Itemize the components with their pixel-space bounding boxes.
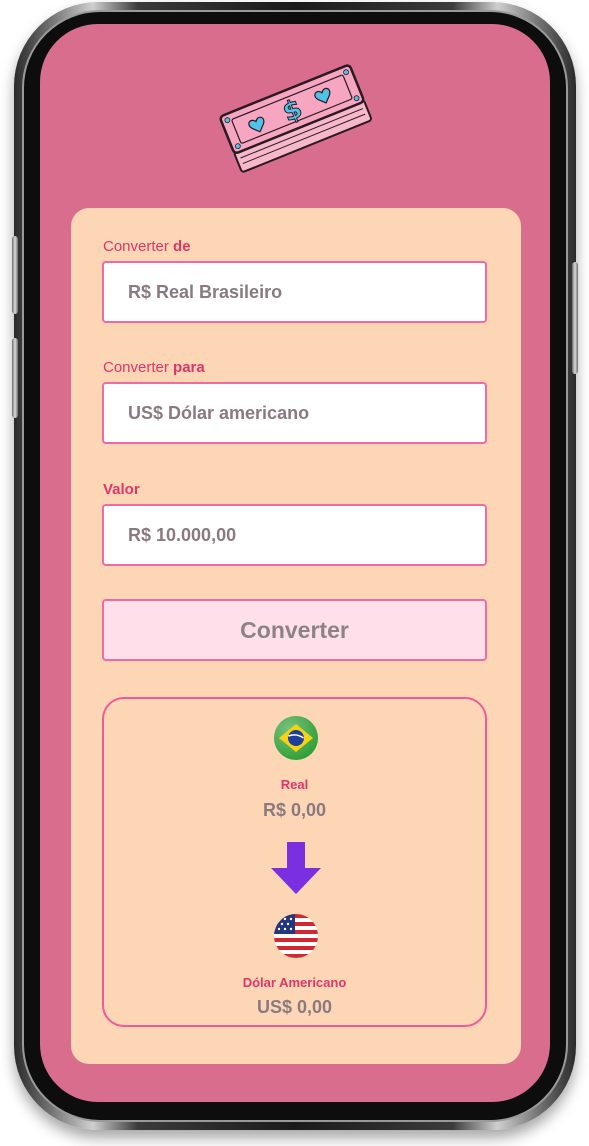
app-screen: $ Converter de R$ Real Brasileiro Conver… [40, 24, 550, 1102]
to-label: Converter para [103, 359, 205, 376]
amount-label: Valor [103, 481, 140, 498]
phone-side-button-right [572, 262, 578, 374]
phone-side-button-left-2 [12, 338, 18, 418]
source-currency-value: R$ 0,00 [262, 800, 327, 820]
from-currency-value: R$ Real Brasileiro [128, 282, 283, 302]
source-currency-name: Real [280, 777, 309, 792]
from-currency-select[interactable]: R$ Real Brasileiro [102, 261, 487, 323]
amount-input[interactable]: R$ 10.000,00 [102, 504, 487, 566]
money-stack-logo: $ [219, 64, 372, 173]
to-currency-select[interactable]: US$ Dólar americano [102, 382, 487, 444]
phone-side-button-left-1 [12, 236, 18, 314]
from-label: Converter de [103, 238, 191, 255]
target-currency-name: Dólar Americano [242, 975, 347, 990]
brazil-flag-icon [274, 716, 318, 760]
usa-flag-icon [274, 914, 318, 958]
converter-card: Converter de R$ Real Brasileiro Converte… [71, 208, 521, 1064]
target-currency-value: US$ 0,00 [256, 997, 333, 1017]
convert-button[interactable]: Converter [102, 599, 487, 661]
to-currency-value: US$ Dólar americano [128, 403, 310, 423]
result-panel: Real R$ 0,00 Dólar Americano US$ 0,00 [102, 697, 487, 1027]
amount-value: R$ 10.000,00 [128, 525, 237, 545]
arrow-down-icon [271, 842, 321, 894]
